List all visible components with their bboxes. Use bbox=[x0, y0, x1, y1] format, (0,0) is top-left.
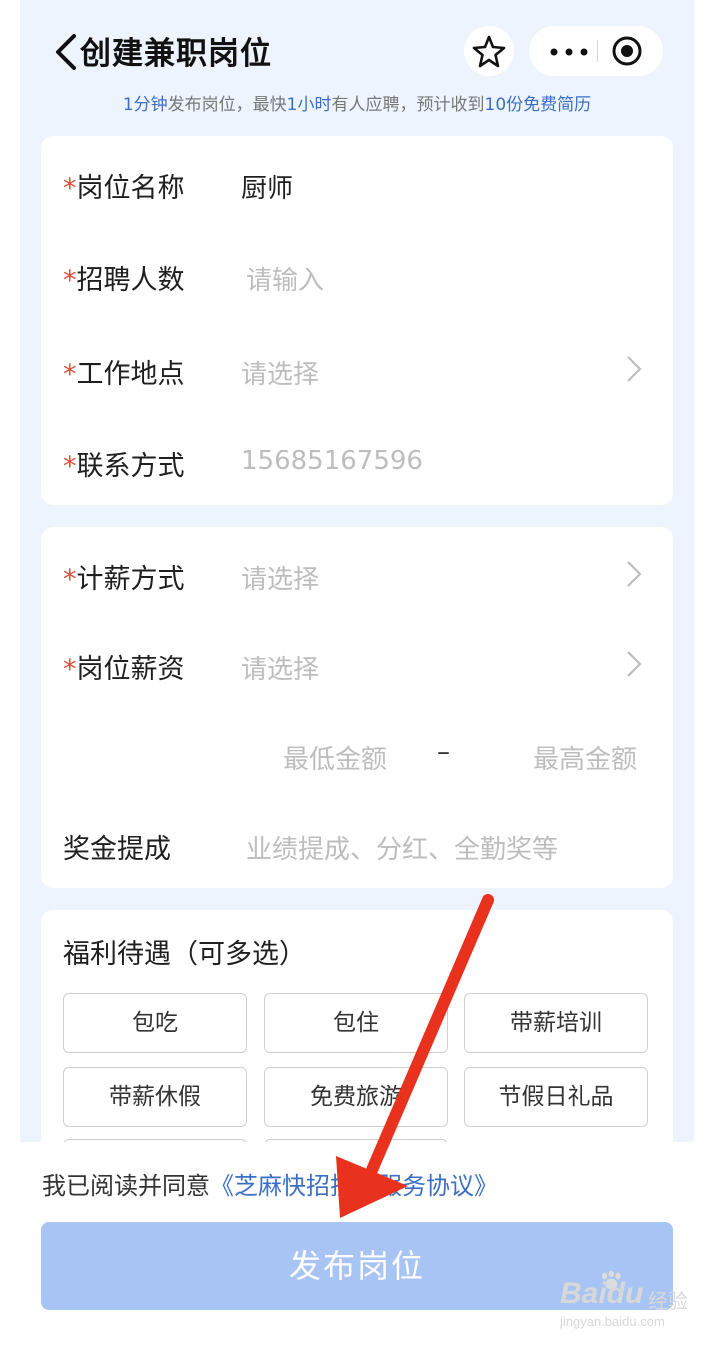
required-mark: * bbox=[63, 654, 77, 685]
salary-select[interactable]: 请选择 bbox=[241, 649, 319, 686]
required-mark: * bbox=[63, 265, 77, 296]
subtitle-text: 有人应聘，预计收到 bbox=[331, 95, 485, 115]
agreement-text: 我已阅读并同意《芝麻快招技术服务协议》 bbox=[42, 1166, 498, 1201]
pay-method-row[interactable]: *计薪方式 请选择 bbox=[41, 543, 673, 603]
subtitle-highlight: 10份免费简历 bbox=[484, 95, 592, 115]
star-icon bbox=[472, 35, 506, 68]
max-amount-input[interactable]: 最高金额 bbox=[533, 739, 637, 776]
range-dash: – bbox=[437, 737, 450, 767]
subtitle-highlight: 1分钟 bbox=[122, 95, 168, 115]
chevron-right-icon bbox=[627, 561, 642, 587]
benefit-tag[interactable]: 免费旅游 bbox=[264, 1067, 448, 1127]
benefit-tag[interactable]: 包吃 bbox=[63, 993, 247, 1053]
work-location-select[interactable]: 请选择 bbox=[241, 354, 319, 391]
watermark-brand: Baidu bbox=[560, 1277, 644, 1310]
work-location-row[interactable]: *工作地点 请选择 bbox=[41, 338, 673, 398]
benefits-title: 福利待遇（可多选） bbox=[63, 939, 306, 970]
watermark-url: jingyan.baidu.com bbox=[560, 1314, 665, 1329]
job-name-label: *岗位名称 bbox=[63, 173, 185, 204]
benefit-tag[interactable]: 包住 bbox=[264, 993, 448, 1053]
bonus-label: 奖金提成 bbox=[63, 834, 171, 865]
headcount-label: *招聘人数 bbox=[63, 265, 185, 296]
capsule-divider bbox=[597, 40, 598, 62]
benefit-tag[interactable]: 带薪培训 bbox=[464, 993, 648, 1053]
benefits-card: 福利待遇（可多选） 包吃 包住 带薪培训 带薪休假 免费旅游 节假日礼品 bbox=[41, 910, 673, 1199]
required-mark: * bbox=[63, 451, 77, 482]
headcount-input[interactable]: 请输入 bbox=[246, 260, 324, 297]
agreement-link[interactable]: 《芝麻快招技术服务协议》 bbox=[210, 1172, 498, 1200]
benefit-tag[interactable]: 带薪休假 bbox=[63, 1067, 247, 1127]
salary-range-row: 最低金额 – 最高金额 bbox=[41, 723, 673, 783]
pay-method-label: *计薪方式 bbox=[63, 564, 185, 595]
salary-card: *计薪方式 请选择 *岗位薪资 请选择 最低金额 – 最高金额 奖金提成 业绩提… bbox=[41, 527, 673, 888]
bonus-input[interactable]: 业绩提成、分红、全勤奖等 bbox=[246, 829, 558, 866]
bonus-row[interactable]: 奖金提成 业绩提成、分红、全勤奖等 bbox=[41, 813, 673, 873]
work-location-label: *工作地点 bbox=[63, 359, 185, 390]
contact-label: *联系方式 bbox=[63, 451, 185, 482]
page-title: 创建兼职岗位 bbox=[80, 36, 272, 72]
watermark-cn: 经验 bbox=[648, 1289, 688, 1313]
contact-input[interactable]: 15685167596 bbox=[241, 446, 423, 476]
benefit-tag[interactable]: 节假日礼品 bbox=[464, 1067, 648, 1127]
salary-label: *岗位薪资 bbox=[63, 654, 185, 685]
subtitle-highlight: 1小时 bbox=[286, 95, 332, 115]
required-mark: * bbox=[63, 564, 77, 595]
min-amount-input[interactable]: 最低金额 bbox=[283, 739, 387, 776]
subtitle-text: 发布岗位，最快 bbox=[167, 95, 287, 115]
salary-row[interactable]: *岗位薪资 请选择 bbox=[41, 633, 673, 693]
job-name-row[interactable]: *岗位名称 厨师 bbox=[41, 152, 673, 212]
chevron-right-icon bbox=[627, 651, 642, 677]
miniapp-capsule bbox=[529, 26, 663, 76]
page-subtitle: 1分钟发布岗位，最快1小时有人应聘，预计收到10份免费简历 bbox=[20, 90, 694, 115]
job-name-input[interactable]: 厨师 bbox=[241, 168, 293, 205]
contact-row[interactable]: *联系方式 15685167596 bbox=[41, 430, 673, 490]
close-miniapp-icon[interactable] bbox=[611, 35, 643, 67]
pay-method-select[interactable]: 请选择 bbox=[241, 559, 319, 596]
basic-info-card: *岗位名称 厨师 *招聘人数 请输入 *工作地点 请选择 *联系方式 15685… bbox=[41, 136, 673, 505]
agreement-prefix: 我已阅读并同意 bbox=[42, 1172, 210, 1200]
required-mark: * bbox=[63, 173, 77, 204]
required-mark: * bbox=[63, 359, 77, 390]
chevron-right-icon bbox=[627, 356, 642, 382]
nav-header: 创建兼职岗位 bbox=[20, 0, 694, 100]
favorite-button[interactable] bbox=[464, 26, 514, 76]
more-icon[interactable] bbox=[549, 48, 589, 56]
headcount-row[interactable]: *招聘人数 请输入 bbox=[41, 244, 673, 304]
